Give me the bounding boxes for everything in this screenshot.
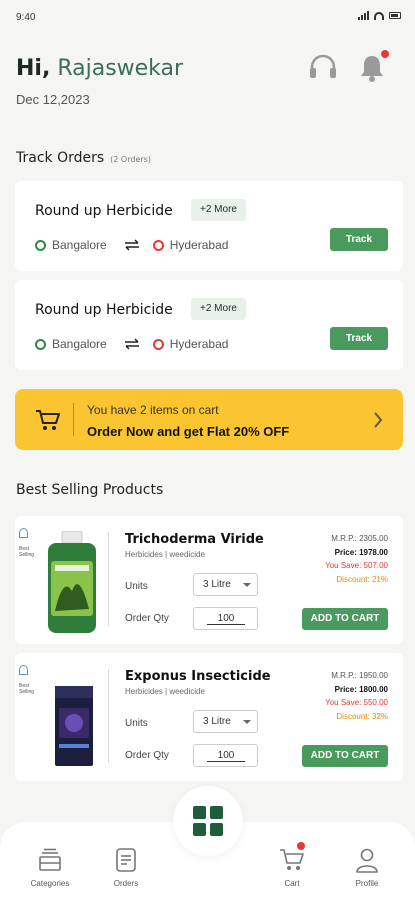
origin-dot-icon (35, 338, 46, 350)
nav-label: Categories (30, 879, 70, 888)
price-text: Price: 1978.00 (334, 547, 388, 557)
price-block: M.R.P.: 1950.00 Price: 1800.00 You Save:… (325, 669, 388, 723)
discount-text: Discount: 21% (336, 574, 388, 584)
current-date: Dec 12,2023 (16, 92, 90, 107)
track-orders-title: Track Orders (16, 150, 105, 166)
product-category: Herbicides | weedicide (125, 550, 205, 559)
destination-city: Hyderabad (169, 337, 229, 351)
status-time: 9:40 (16, 12, 36, 23)
nav-item-cart[interactable]: Cart (262, 842, 322, 888)
home-grid-button[interactable] (173, 786, 243, 856)
bell-icon[interactable] (356, 50, 389, 84)
track-orders-header: Track Orders (2 Orders) (16, 150, 151, 166)
profile-icon (356, 848, 378, 873)
order-product-name: Round up Herbicide (35, 302, 173, 318)
product-category: Herbicides | weedicide (125, 687, 205, 696)
price-block: M.R.P.: 2305.00 Price: 1978.00 You Save:… (325, 532, 388, 586)
categories-icon (39, 848, 61, 871)
price-text: Price: 1800.00 (334, 684, 388, 694)
units-dropdown[interactable]: 3 Litre (193, 710, 258, 733)
chevron-down-icon (243, 720, 251, 724)
status-bar: 9:40 (0, 0, 415, 30)
product-name: Exponus Insecticide (125, 669, 271, 684)
add-to-cart-button[interactable]: ADD TO CART (302, 745, 388, 767)
nav-label: Orders (113, 879, 139, 888)
order-product-name: Round up Herbicide (35, 203, 173, 219)
origin-city: Bangalore (52, 238, 107, 252)
order-qty-input[interactable]: 100 (193, 744, 258, 767)
track-button[interactable]: Track (330, 327, 388, 350)
discount-text: Discount: 32% (336, 711, 388, 721)
units-dropdown[interactable]: 3 Litre (193, 573, 258, 596)
best-selling-title: Best Selling Products (16, 482, 164, 498)
battery-icon (389, 12, 401, 19)
card-divider (108, 532, 109, 626)
product-image[interactable] (43, 668, 101, 770)
mrp-text: M.R.P.: 1950.00 (331, 671, 388, 680)
greeting: Hi, Rajaswekar (16, 56, 183, 81)
order-qty-input[interactable]: 100 (193, 607, 258, 630)
units-label: Units (125, 718, 148, 729)
product-name: Trichoderma Viride (125, 532, 264, 547)
order-card[interactable]: Round up Herbicide +2 More Bangalore Hyd… (15, 181, 403, 271)
badge-text: Best Selling (19, 683, 35, 695)
notification-dot (381, 50, 389, 58)
banner-divider (73, 403, 74, 436)
mrp-text: M.R.P.: 2305.00 (331, 534, 388, 543)
badge-text: Best Selling (19, 546, 35, 558)
savings-text: You Save: 507.00 (325, 561, 388, 570)
grid-icon (193, 806, 223, 836)
cart-icon (36, 410, 60, 430)
product-card[interactable]: Best Selling Trichoderma Viride Herbicid… (15, 516, 403, 644)
card-divider (108, 669, 109, 763)
orders-count: (2 Orders) (110, 155, 151, 164)
signal-icon (358, 11, 369, 20)
transfer-arrows-icon (124, 239, 139, 251)
destination-dot-icon (152, 239, 164, 251)
nav-item-orders[interactable]: Orders (96, 846, 156, 888)
order-qty-value: 100 (207, 613, 245, 625)
nav-label: Profile (355, 879, 379, 888)
track-button[interactable]: Track (330, 228, 388, 251)
offer-text: Order Now and get Flat 20% OFF (87, 424, 290, 439)
greeting-hi: Hi, (16, 56, 51, 81)
headset-icon[interactable] (307, 52, 339, 84)
product-card[interactable]: Best Selling Exponus Insecticide Herbici… (15, 653, 403, 781)
destination-city: Hyderabad (169, 238, 229, 252)
ribbon-icon (19, 528, 28, 538)
order-qty-label: Order Qty (125, 613, 169, 624)
nav-label: Cart (284, 879, 300, 888)
cart-offer-banner[interactable]: You have 2 items on cart Order Now and g… (15, 389, 403, 450)
chevron-down-icon (243, 583, 251, 587)
transfer-arrows-icon (124, 338, 139, 350)
units-value: 3 Litre (203, 716, 231, 727)
ribbon-icon (19, 665, 28, 675)
product-image[interactable] (43, 531, 101, 633)
savings-text: You Save: 550.00 (325, 698, 388, 707)
units-value: 3 Litre (203, 579, 231, 590)
order-qty-value: 100 (207, 750, 245, 762)
chevron-right-icon[interactable] (373, 411, 383, 429)
origin-dot-icon (35, 239, 46, 251)
cart-badge-dot (297, 842, 305, 850)
add-to-cart-button[interactable]: ADD TO CART (302, 608, 388, 630)
orders-icon (116, 848, 136, 872)
origin-city: Bangalore (52, 337, 107, 351)
order-qty-label: Order Qty (125, 750, 169, 761)
status-icons (358, 11, 401, 20)
more-items-badge[interactable]: +2 More (191, 298, 246, 320)
cart-icon (280, 849, 304, 870)
more-items-badge[interactable]: +2 More (191, 199, 246, 221)
user-name: Rajaswekar (57, 56, 184, 81)
cart-items-text: You have 2 items on cart (87, 403, 219, 417)
nav-item-profile[interactable]: Profile (337, 846, 397, 888)
order-route: Bangalore Hyderabad (35, 337, 228, 351)
nav-item-categories[interactable]: Categories (20, 846, 80, 888)
units-label: Units (125, 581, 148, 592)
order-card[interactable]: Round up Herbicide +2 More Bangalore Hyd… (15, 280, 403, 370)
wifi-icon (374, 11, 384, 20)
order-route: Bangalore Hyderabad (35, 238, 228, 252)
destination-dot-icon (152, 338, 164, 350)
